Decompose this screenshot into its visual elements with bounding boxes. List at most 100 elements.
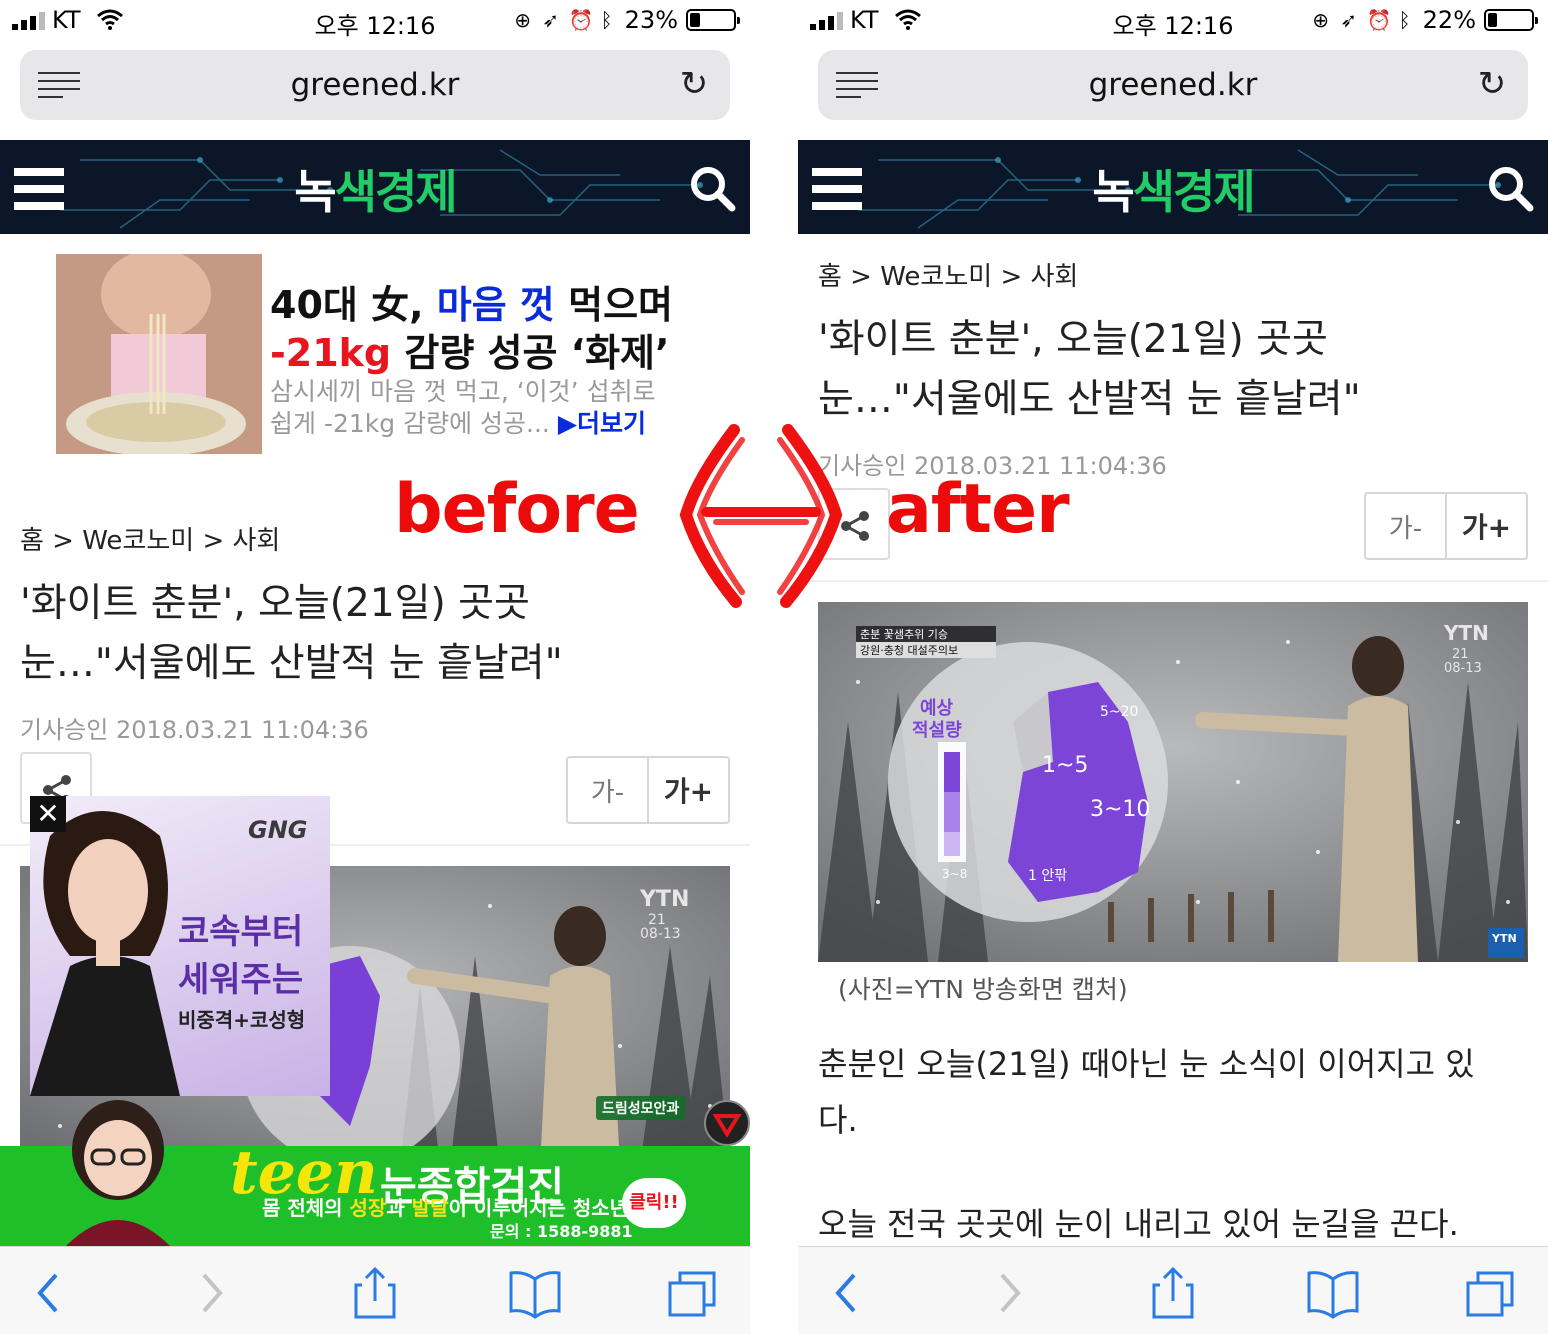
forward-icon[interactable]: [982, 1267, 1036, 1319]
share-sheet-icon[interactable]: [1146, 1267, 1200, 1319]
ad-more-link[interactable]: ▶더보기: [558, 409, 646, 438]
address-bar[interactable]: greened.kr ↻: [20, 50, 730, 120]
url-domain[interactable]: greened.kr: [818, 67, 1528, 103]
legend-1: 예상: [920, 698, 954, 719]
top-advertisement[interactable]: 40대 女, 마음 껏 먹으며 -21kg 감량 성공 ‘화제’ 삼시세끼 마음…: [56, 254, 696, 454]
double-arrow-icon: [679, 424, 843, 608]
site-search-icon[interactable]: [1486, 164, 1534, 212]
body-line-3: 오늘 전국 곳곳에 눈이 내리고 있어 눈길을 끈다.: [818, 1205, 1459, 1243]
headline-line-1: '화이트 춘분', 오늘(21일) 곳곳: [818, 317, 1328, 362]
font-size-controls: 가- 가+: [566, 756, 730, 824]
ad-brand: GNG: [248, 816, 308, 844]
region-label-3: 3~10: [1090, 797, 1150, 822]
status-bar: KT 오후 12:16 ⊕ ➶ ⏰ ᛒ 22%: [798, 0, 1548, 40]
breadcrumb[interactable]: 홈 > We코노미 > 사회: [818, 256, 1078, 293]
url-domain[interactable]: greened.kr: [20, 67, 730, 103]
ad-click-button[interactable]: 클릭!!: [622, 1178, 686, 1228]
article-body: 춘분인 오늘(21일) 때아닌 눈 소식이 이어지고 있 다.: [818, 1036, 1518, 1148]
site-search-icon[interactable]: [688, 164, 736, 212]
article-body-paragraph-2: 오늘 전국 곳곳에 눈이 내리고 있어 눈길을 끈다.: [818, 1196, 1518, 1252]
headline-line-1: '화이트 춘분', 오늘(21일) 곳곳: [20, 581, 530, 626]
location-icon: ➶: [542, 8, 560, 32]
phone-before: KT 오후 12:16 ⊕ ➶ ⏰ ᛒ 23% greened.kr ↻ 녹색경…: [0, 0, 750, 1334]
dream-clinic-label[interactable]: 드림성모안과: [596, 1096, 686, 1120]
ad-student-image: [66, 1100, 170, 1246]
site-header: 녹색경제: [0, 140, 750, 234]
bluetooth-icon: ᛒ: [600, 8, 613, 32]
ad-collapse-icon[interactable]: [704, 1100, 750, 1146]
orientation-lock-icon: ⊕: [1312, 8, 1330, 32]
ytn-news-logo: YTN: [1491, 932, 1517, 945]
status-bar: KT 오후 12:16 ⊕ ➶ ⏰ ᛒ 23%: [0, 0, 750, 40]
ad-line3: 삼시세끼 마음 껏 먹고, ‘이것’ 섭취로: [270, 377, 656, 406]
region-label-1: 5~20: [1100, 704, 1138, 720]
ytn-watermark: YTN: [1443, 621, 1489, 645]
ad-text-1: 코속부터: [178, 912, 304, 952]
location-icon: ➶: [1340, 8, 1358, 32]
alarm-icon: ⏰: [568, 8, 594, 32]
ad-line1-end: 먹으며: [554, 283, 673, 327]
orientation-lock-icon: ⊕: [514, 8, 532, 32]
back-icon[interactable]: [26, 1267, 80, 1319]
ytn-stamp-day: 21: [1452, 647, 1469, 662]
bookmarks-icon[interactable]: [1306, 1267, 1360, 1319]
font-increase-button[interactable]: 가+: [1445, 494, 1526, 558]
breadcrumb[interactable]: 홈 > We코노미 > 사회: [20, 520, 280, 557]
phone-after: KT 오후 12:16 ⊕ ➶ ⏰ ᛒ 22% greened.kr ↻ 녹색경…: [798, 0, 1548, 1334]
font-increase-button[interactable]: 가+: [647, 758, 728, 822]
article-headline: '화이트 춘분', 오늘(21일) 곳곳 눈…"서울에도 산발적 눈 흩날려": [818, 310, 1518, 430]
ytn-watermark: YTN: [639, 887, 689, 912]
divider: [798, 580, 1548, 582]
ytn-stamp-time: 08-13: [1444, 661, 1482, 676]
body-line-2: 다.: [818, 1101, 858, 1139]
tag-2: 강원·충청 대설주의보: [860, 644, 958, 657]
tag-1: 춘분 꽃샘추위 기승: [860, 628, 948, 641]
ad-phone: 문의 : 1588-9881: [490, 1222, 633, 1241]
region-label-4: 1 안팎: [1028, 868, 1067, 884]
headline-line-2: 눈…"서울에도 산발적 눈 흩날려": [20, 641, 563, 686]
site-logo[interactable]: 녹색경제: [798, 156, 1548, 222]
site-header: 녹색경제: [798, 140, 1548, 234]
headline-line-2: 눈…"서울에도 산발적 눈 흩날려": [818, 377, 1361, 422]
ad-line4: 쉽게 -21kg 감량에 성공...: [270, 409, 558, 438]
ad-line2-highlight: -21kg: [270, 331, 392, 375]
font-decrease-button[interactable]: 가-: [1366, 494, 1445, 558]
tabs-icon[interactable]: [666, 1267, 720, 1319]
back-icon[interactable]: [824, 1267, 878, 1319]
address-bar[interactable]: greened.kr ↻: [818, 50, 1528, 120]
article-headline: '화이트 춘분', 오늘(21일) 곳곳 눈…"서울에도 산발적 눈 흩날려": [20, 574, 720, 694]
browser-toolbar: [0, 1246, 750, 1334]
bottom-advertisement-banner[interactable]: teen 눈종합검진 몸 전체의 성장과 발달이 이루어지는 청소년 문의 : …: [0, 1100, 750, 1246]
ad-photo[interactable]: [56, 254, 262, 454]
photo-caption: (사진=YTN 방송화면 캡처): [838, 975, 1128, 1004]
alarm-icon: ⏰: [1366, 8, 1392, 32]
ad-text-2: 세워주는: [178, 960, 304, 1000]
share-sheet-icon[interactable]: [348, 1267, 402, 1319]
ad-line1: 40대 女,: [270, 283, 437, 327]
battery-percent: 22%: [1422, 6, 1476, 34]
region-label-5: 3~8: [942, 867, 967, 881]
battery-percent: 23%: [624, 6, 678, 34]
ad-text-3: 비중격+코성형: [178, 1008, 306, 1032]
ad-line1-highlight: 마음 껏: [436, 283, 555, 327]
floating-advertisement[interactable]: ✕ GNG 코속부터 세워주는 비중격+코성형: [30, 796, 330, 1096]
reload-icon[interactable]: ↻: [1472, 64, 1512, 104]
approval-timestamp: 기사승인 2018.03.21 11:04:36: [20, 716, 369, 744]
close-ad-button[interactable]: ✕: [30, 796, 66, 832]
bookmarks-icon[interactable]: [508, 1267, 562, 1319]
ad-line2: 감량 성공 ‘화제’: [391, 331, 670, 375]
ytn-stamp-time: 08-13: [640, 926, 681, 942]
bluetooth-icon: ᛒ: [1398, 8, 1411, 32]
after-label: after: [886, 470, 1070, 549]
battery-icon: [1484, 9, 1538, 31]
article-photo[interactable]: 춘분 꽃샘추위 기승 강원·충청 대설주의보 예상 적설량 5~20 1~5 3…: [818, 602, 1528, 962]
reload-icon[interactable]: ↻: [674, 64, 714, 104]
font-size-controls: 가- 가+: [1364, 492, 1528, 560]
font-decrease-button[interactable]: 가-: [568, 758, 647, 822]
battery-icon: [686, 9, 740, 31]
site-logo[interactable]: 녹색경제: [0, 156, 750, 222]
body-line-1: 춘분인 오늘(21일) 때아닌 눈 소식이 이어지고 있: [818, 1045, 1475, 1083]
ad-subtitle: 몸 전체의 성장과 발달이 이루어지는 청소년: [262, 1196, 629, 1220]
forward-icon[interactable]: [184, 1267, 238, 1319]
tabs-icon[interactable]: [1464, 1267, 1518, 1319]
